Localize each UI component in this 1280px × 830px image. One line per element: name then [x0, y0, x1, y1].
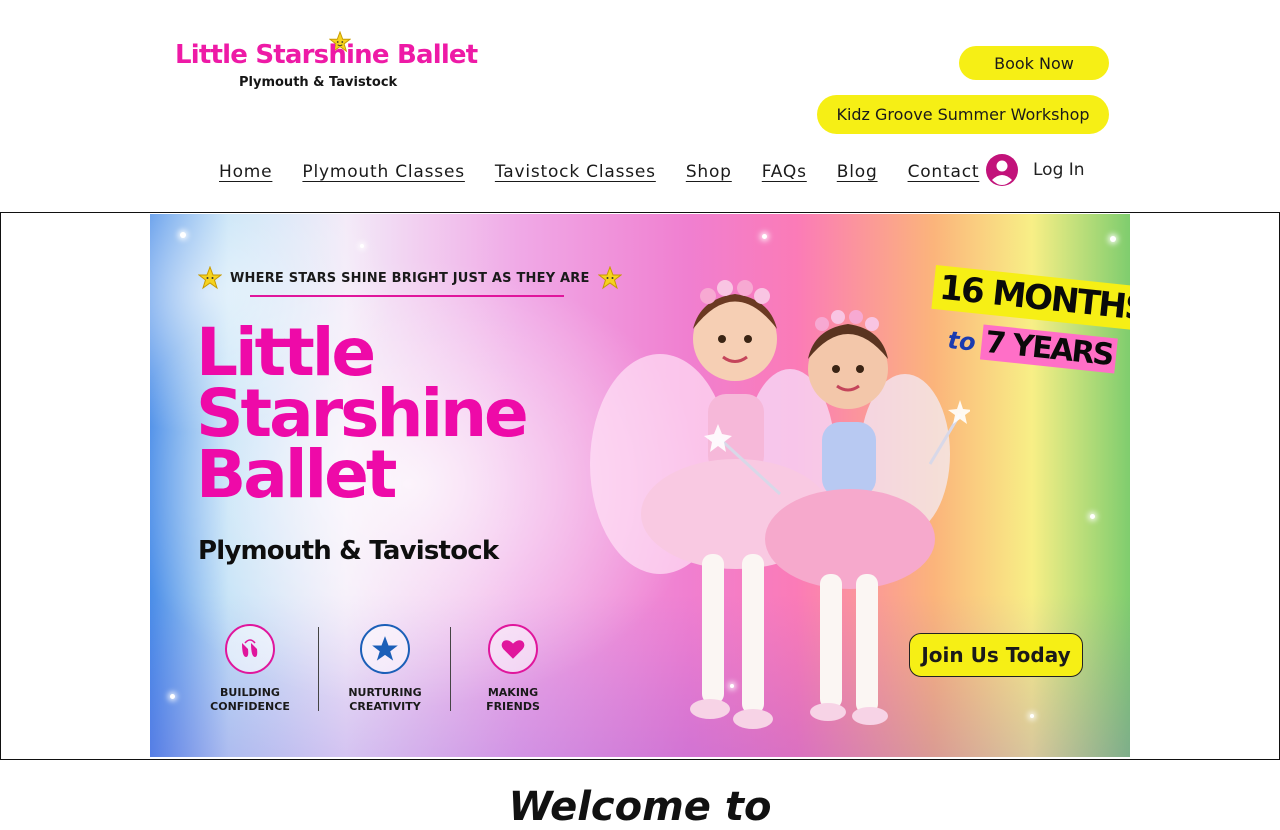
heart-icon — [488, 624, 538, 674]
sparkle — [180, 232, 186, 238]
nav-contact[interactable]: Contact — [908, 158, 980, 186]
feature-divider — [318, 627, 319, 711]
feature-label-line: FRIENDS — [486, 700, 540, 713]
hero-tagline: WHERE STARS SHINE BRIGHT JUST AS THEY AR… — [198, 266, 622, 290]
sparkle — [1110, 236, 1116, 242]
star-icon — [360, 624, 410, 674]
sparkle — [1030, 714, 1034, 718]
sparkle — [170, 694, 175, 699]
nav-faqs[interactable]: FAQs — [762, 158, 807, 186]
book-now-button[interactable]: Book Now — [959, 46, 1109, 80]
star-face-icon — [198, 266, 222, 290]
sparkle — [1090, 514, 1095, 519]
feature-creativity: NURTURING CREATIVITY — [325, 624, 445, 714]
logo-subtitle: Plymouth & Tavistock — [239, 75, 398, 90]
tagline-underline — [250, 295, 564, 297]
ballet-shoes-icon — [225, 624, 275, 674]
logo-title: Little Starshine Ballet — [175, 40, 478, 70]
welcome-heading: Welcome to — [508, 784, 772, 830]
feature-label: NURTURING CREATIVITY — [325, 686, 445, 714]
site-logo[interactable]: Little Starshine Ballet Plymouth & Tavis… — [175, 31, 478, 94]
sparkle — [360, 244, 364, 248]
workshop-button[interactable]: Kidz Groove Summer Workshop — [817, 95, 1109, 134]
nav-blog[interactable]: Blog — [837, 158, 878, 186]
feature-label-line: MAKING — [487, 686, 539, 699]
feature-label: BUILDING CONFIDENCE — [190, 686, 310, 714]
feature-confidence: BUILDING CONFIDENCE — [190, 624, 310, 714]
join-us-button[interactable]: Join Us Today — [909, 633, 1083, 677]
hero-title-line: Starshine — [196, 375, 529, 452]
feature-label-line: CREATIVITY — [349, 700, 421, 713]
age-range-badge: 16 MONTHS to 7 YEARS — [931, 259, 1130, 374]
login-label: Log In — [1033, 160, 1085, 180]
hero-banner: WHERE STARS SHINE BRIGHT JUST AS THEY AR… — [150, 214, 1130, 757]
feature-label: MAKING FRIENDS — [453, 686, 573, 714]
feature-label-line: CONFIDENCE — [210, 700, 290, 713]
hero-title-line: Little — [196, 314, 376, 391]
hero-title: Little Starshine Ballet — [196, 314, 616, 513]
user-avatar-icon — [986, 154, 1018, 186]
nav-shop[interactable]: Shop — [686, 158, 732, 186]
feature-divider — [450, 627, 451, 711]
nav-tavistock-classes[interactable]: Tavistock Classes — [495, 158, 656, 186]
feature-label-line: NURTURING — [348, 686, 422, 699]
ballerina-girls-illustration — [590, 280, 970, 729]
feature-label-line: BUILDING — [220, 686, 280, 699]
login-button[interactable]: Log In — [985, 152, 1085, 188]
sparkle — [762, 234, 767, 239]
tagline-text: WHERE STARS SHINE BRIGHT JUST AS THEY AR… — [230, 270, 590, 286]
nav-plymouth-classes[interactable]: Plymouth Classes — [302, 158, 464, 186]
main-nav: Home Plymouth Classes Tavistock Classes … — [219, 158, 1009, 186]
age-range-to: to — [946, 325, 978, 357]
feature-friends: MAKING FRIENDS — [453, 624, 573, 714]
nav-home[interactable]: Home — [219, 158, 272, 186]
hero-location: Plymouth & Tavistock — [198, 536, 499, 566]
hero-title-line: Ballet — [196, 436, 397, 513]
site-header: Little Starshine Ballet Plymouth & Tavis… — [0, 0, 1280, 212]
